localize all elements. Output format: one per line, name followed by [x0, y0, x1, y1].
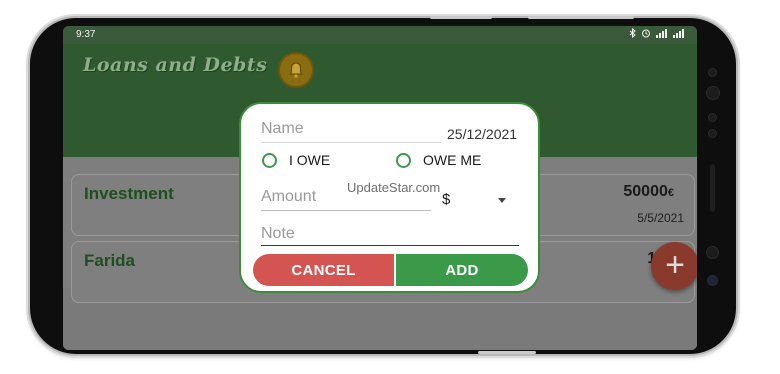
bezel-speaker	[710, 164, 715, 212]
signal-icon	[673, 28, 685, 38]
date-field[interactable]: 25/12/2021	[447, 126, 517, 142]
amount-value: 50000	[623, 183, 668, 200]
watermark: UpdateStar.com	[347, 180, 441, 195]
radio-owe-me[interactable]: OWE ME	[396, 152, 481, 168]
sensor-dot	[708, 68, 717, 77]
sensor-dot	[707, 275, 718, 286]
add-entry-dialog: Name 25/12/2021 I OWE OWE ME Amount Upda…	[239, 102, 540, 293]
sensor-dot	[706, 246, 719, 259]
radio-i-owe[interactable]: I OWE	[262, 152, 330, 168]
phone-side-button	[430, 16, 492, 19]
name-field[interactable]: Name	[261, 118, 441, 143]
add-button[interactable]: ADD	[396, 254, 528, 286]
front-camera-icon	[706, 86, 720, 100]
radio-label: OWE ME	[423, 152, 482, 168]
radio-circle	[262, 152, 277, 168]
radio-circle	[396, 152, 411, 168]
cancel-button[interactable]: CANCEL	[253, 254, 394, 286]
phone-side-button	[528, 16, 634, 19]
currency-select[interactable]: $	[442, 191, 450, 208]
bell-icon	[289, 62, 303, 78]
app-bar: Loans and Debts	[63, 44, 697, 90]
item-name: Investment	[84, 184, 174, 203]
status-time: 9:37	[76, 29, 96, 40]
signal-icon	[656, 28, 668, 38]
item-currency: €	[667, 187, 674, 199]
chevron-down-icon[interactable]	[498, 198, 506, 203]
radio-label: I OWE	[289, 152, 331, 168]
item-date: 5/5/2021	[637, 211, 684, 225]
notification-button[interactable]	[278, 52, 314, 88]
item-amount: 50000€	[623, 183, 674, 201]
sensor-dot	[708, 129, 717, 138]
alarm-icon	[642, 29, 650, 38]
name-placeholder: Name	[261, 120, 304, 137]
bluetooth-icon	[629, 28, 636, 38]
sensor-dot	[708, 113, 717, 122]
status-icons	[629, 28, 685, 38]
app-title: Loans and Debts	[83, 54, 268, 76]
item-name: Farida	[84, 251, 136, 270]
phone-side-button	[478, 351, 536, 354]
amount-placeholder: Amount	[261, 188, 317, 205]
add-entry-fab[interactable]: +	[651, 242, 697, 290]
status-bar: 9:37	[63, 26, 697, 44]
note-field[interactable]: Note	[261, 221, 519, 246]
note-placeholder: Note	[261, 225, 295, 242]
